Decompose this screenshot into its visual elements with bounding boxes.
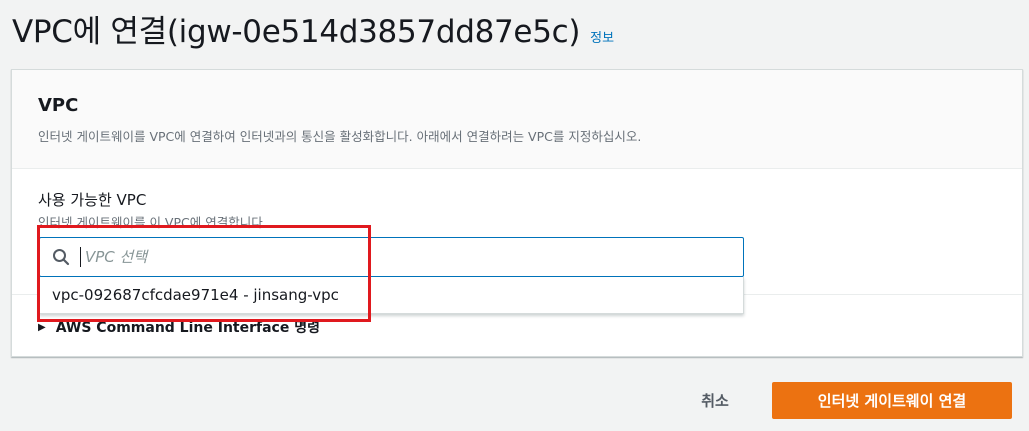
vpc-dropdown-list: vpc-092687cfcdae971e4 - jinsang-vpc [39, 277, 744, 314]
cli-command-toggle[interactable]: ▶ AWS Command Line Interface 명령 [38, 317, 320, 337]
text-cursor [80, 247, 81, 267]
cancel-button[interactable]: 취소 [683, 384, 747, 416]
vpc-option[interactable]: vpc-092687cfcdae971e4 - jinsang-vpc [52, 286, 339, 304]
vpc-select-search[interactable] [39, 237, 744, 277]
card-title: VPC [38, 95, 79, 116]
caret-right-icon: ▶ [38, 321, 46, 333]
info-link[interactable]: 정보 [590, 27, 614, 46]
search-icon [53, 249, 70, 266]
available-vpc-label: 사용 가능한 VPC [38, 191, 147, 209]
page-title: VPC에 연결(igw-0e514d3857dd87e5c) [12, 14, 581, 50]
card-header: VPC 인터넷 게이트웨이를 VPC에 연결하여 인터넷과의 통신을 활성화합니… [12, 70, 1022, 169]
cli-command-label: AWS Command Line Interface 명령 [55, 320, 320, 336]
page-header: VPC에 연결(igw-0e514d3857dd87e5c) 정보 [12, 6, 614, 51]
card-description: 인터넷 게이트웨이를 VPC에 연결하여 인터넷과의 통신을 활성화합니다. 아… [38, 129, 642, 144]
available-vpc-description: 인터넷 게이트웨이를 이 VPC에 연결합니다. [38, 215, 267, 230]
vpc-search-input[interactable] [85, 248, 685, 266]
attach-internet-gateway-button[interactable]: 인터넷 게이트웨이 연결 [772, 382, 1012, 419]
